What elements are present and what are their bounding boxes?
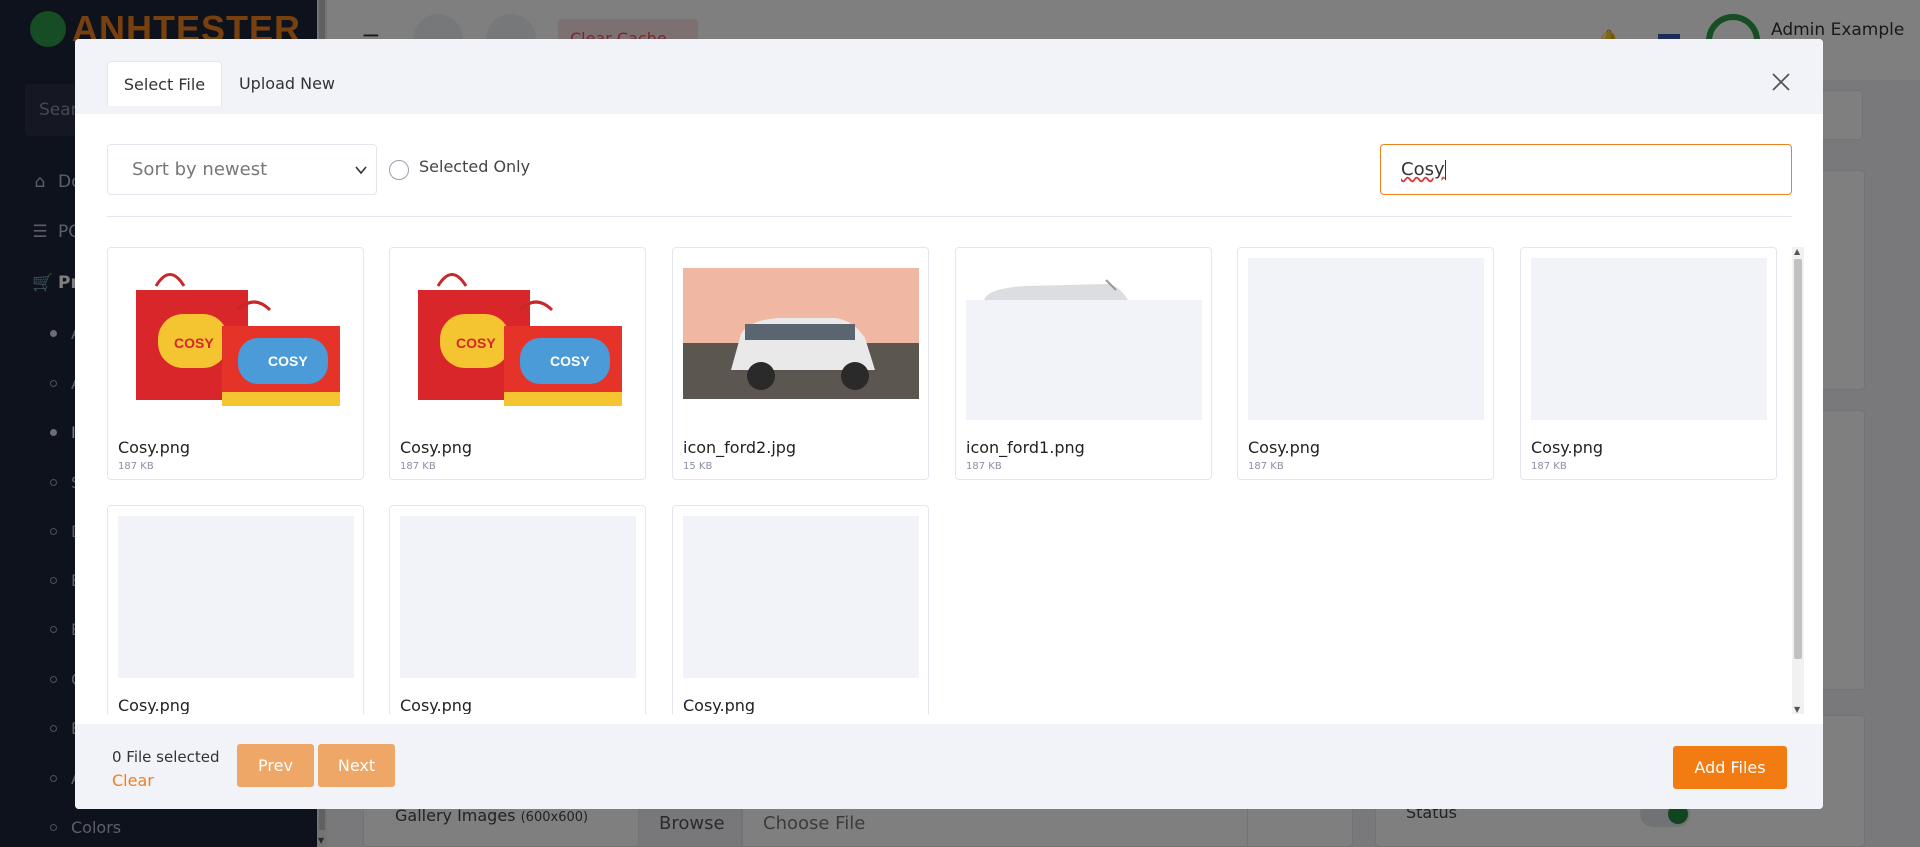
file-thumbnail xyxy=(1531,258,1767,420)
add-files-button[interactable]: Add Files xyxy=(1673,746,1787,789)
text-caret xyxy=(1444,160,1446,180)
selected-only-radio[interactable] xyxy=(389,160,409,180)
file-thumbnail xyxy=(966,258,1202,420)
file-card[interactable]: icon_ford2.jpg 15 KB xyxy=(672,247,929,480)
gift-box-image-icon: COSY COSY xyxy=(400,258,636,420)
tab-upload-new[interactable]: Upload New xyxy=(227,61,347,106)
file-name: Cosy.png xyxy=(400,438,473,457)
svg-text:COSY: COSY xyxy=(550,353,590,369)
divider xyxy=(107,216,1792,217)
selected-count: 0 File selected xyxy=(112,748,220,766)
file-size: 187 KB xyxy=(400,461,436,472)
file-card[interactable]: Cosy.png 187 KB xyxy=(1237,247,1494,480)
tab-select-file[interactable]: Select File xyxy=(107,61,222,106)
file-name: icon_ford1.png xyxy=(966,438,1085,457)
next-button[interactable]: Next xyxy=(318,744,395,787)
scroll-up-icon[interactable]: ▲ xyxy=(1794,247,1800,256)
gift-box-image-icon: COSY COSY xyxy=(118,258,354,420)
file-thumbnail xyxy=(118,516,354,678)
file-thumbnail: COSY COSY xyxy=(400,258,636,420)
chevron-down-icon xyxy=(355,166,367,175)
prev-button[interactable]: Prev xyxy=(237,744,314,787)
file-size: 15 KB xyxy=(683,461,713,472)
file-thumbnail: COSY COSY xyxy=(118,258,354,420)
file-card[interactable]: icon_ford1.png 187 KB xyxy=(955,247,1212,480)
file-grid: COSY COSY Cosy.png 187 KB COSY COSY Cosy… xyxy=(107,247,1777,714)
file-thumbnail xyxy=(683,258,919,420)
file-name: Cosy.png xyxy=(400,696,473,714)
search-input-value: Cosy xyxy=(1401,159,1445,180)
file-thumbnail xyxy=(1248,258,1484,420)
selected-only-label[interactable]: Selected Only xyxy=(419,157,530,176)
file-card[interactable]: Cosy.png 187 KB xyxy=(1520,247,1777,480)
svg-text:COSY: COSY xyxy=(268,353,308,369)
file-grid-scrollbar[interactable]: ▲ ▼ xyxy=(1792,247,1804,714)
file-name: Cosy.png xyxy=(1248,438,1321,457)
sort-select[interactable]: Sort by newest xyxy=(107,144,377,195)
scrollbar-thumb[interactable] xyxy=(1794,259,1802,659)
file-card[interactable]: Cosy.png xyxy=(672,505,929,714)
file-size: 187 KB xyxy=(1531,461,1567,472)
file-size: 187 KB xyxy=(118,461,154,472)
file-thumbnail xyxy=(683,516,919,678)
file-card[interactable]: Cosy.png xyxy=(389,505,646,714)
svg-text:COSY: COSY xyxy=(456,335,496,351)
file-size: 187 KB xyxy=(966,461,1002,472)
file-card[interactable]: COSY COSY Cosy.png 187 KB xyxy=(389,247,646,480)
car-partial-image-icon xyxy=(966,258,1202,420)
svg-text:COSY: COSY xyxy=(174,335,214,351)
file-name: icon_ford2.jpg xyxy=(683,438,797,457)
file-thumbnail xyxy=(400,516,636,678)
scroll-down-icon[interactable]: ▼ xyxy=(1794,705,1800,714)
file-name: Cosy.png xyxy=(118,438,191,457)
file-name: Cosy.png xyxy=(1531,438,1604,457)
file-card[interactable]: Cosy.png xyxy=(107,505,364,714)
close-icon[interactable] xyxy=(1769,70,1793,94)
file-card[interactable]: COSY COSY Cosy.png 187 KB xyxy=(107,247,364,480)
file-name: Cosy.png xyxy=(683,696,756,714)
file-picker-modal: Select File Upload New Sort by newest Se… xyxy=(75,39,1823,809)
file-name: Cosy.png xyxy=(118,696,191,714)
modal-footer: 0 File selected Clear Prev Next Add File… xyxy=(75,724,1823,809)
sort-select-value: Sort by newest xyxy=(132,159,268,180)
clear-link[interactable]: Clear xyxy=(112,771,154,790)
file-size: 187 KB xyxy=(1248,461,1284,472)
search-input[interactable]: Cosy xyxy=(1380,144,1792,195)
modal-header: Select File Upload New xyxy=(75,39,1823,114)
car-photo-image-icon xyxy=(683,258,919,420)
